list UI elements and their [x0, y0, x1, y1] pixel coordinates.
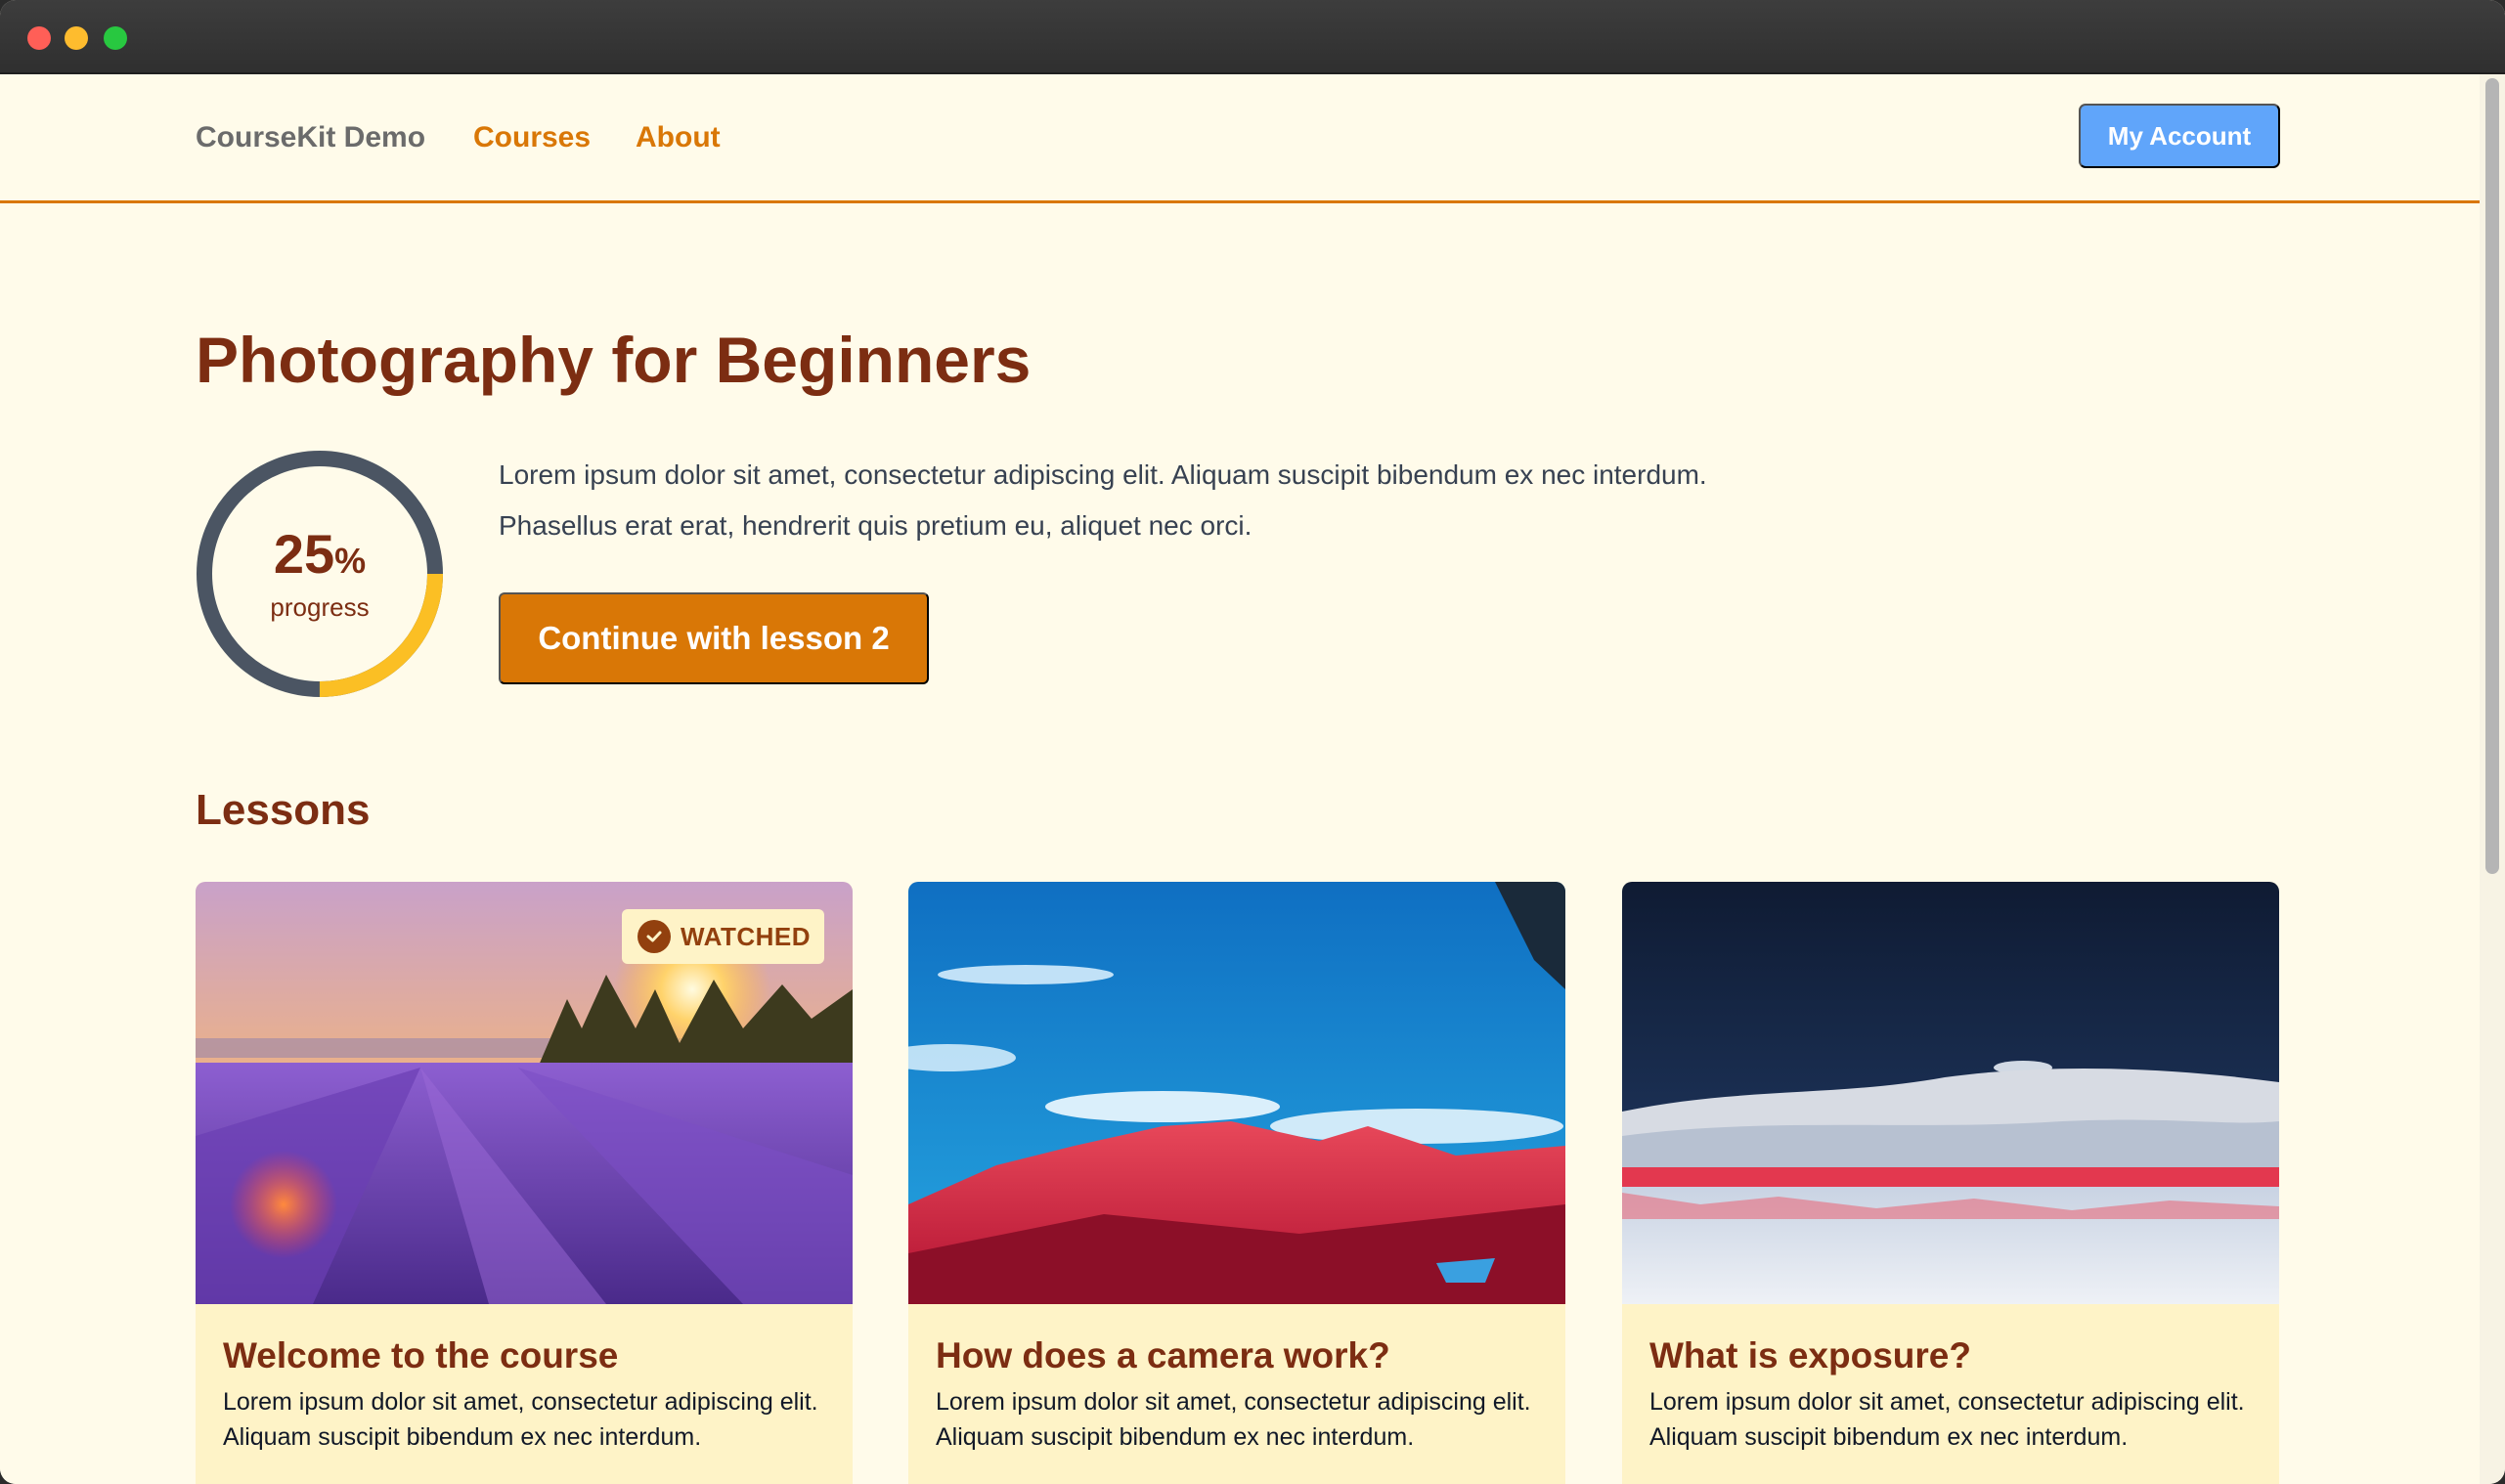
- lesson-card-camera[interactable]: How does a camera work? Lorem ipsum dolo…: [908, 882, 1565, 1484]
- progress-percentage: 25%: [196, 522, 444, 586]
- progress-unit: %: [334, 541, 367, 581]
- course-description: Lorem ipsum dolor sit amet, consectetur …: [499, 459, 1707, 541]
- scrollbar-thumb[interactable]: [2485, 78, 2499, 874]
- minimize-window-button[interactable]: [65, 26, 88, 50]
- lesson-summary: Lorem ipsum dolor sit amet, consectetur …: [936, 1388, 1531, 1451]
- lesson-title[interactable]: How does a camera work?: [936, 1335, 1390, 1376]
- lesson-title[interactable]: What is exposure?: [1649, 1335, 1971, 1376]
- brand-link[interactable]: CourseKit Demo: [196, 121, 425, 154]
- lesson-card-welcome[interactable]: WATCHED Welcome to the course Lorem ipsu…: [196, 882, 853, 1484]
- top-navigation: CourseKit Demo Courses About My Account: [0, 74, 2480, 203]
- lessons-heading: Lessons: [196, 786, 371, 834]
- continue-lesson-button[interactable]: Continue with lesson 2: [499, 592, 929, 684]
- my-account-button[interactable]: My Account: [2079, 104, 2280, 168]
- close-window-button[interactable]: [27, 26, 51, 50]
- lesson-summary: Lorem ipsum dolor sit amet, consectetur …: [1649, 1388, 2245, 1451]
- red-mountain-image: [908, 882, 1565, 1304]
- infrared-landscape-image: [1622, 882, 2279, 1304]
- lesson-card-exposure[interactable]: What is exposure? Lorem ipsum dolor sit …: [1622, 882, 2279, 1484]
- progress-label: progress: [270, 592, 370, 622]
- check-circle-icon: [637, 920, 671, 953]
- progress-number: 25: [273, 523, 335, 585]
- lesson-summary: Lorem ipsum dolor sit amet, consectetur …: [223, 1388, 818, 1451]
- course-title: Photography for Beginners: [196, 324, 1032, 396]
- nav-link-about[interactable]: About: [636, 121, 721, 154]
- page-content: CourseKit Demo Courses About My Account …: [0, 74, 2480, 1484]
- window-titlebar: [0, 0, 2505, 74]
- maximize-window-button[interactable]: [104, 26, 127, 50]
- nav-link-courses[interactable]: Courses: [473, 121, 591, 154]
- lesson-title[interactable]: Welcome to the course: [223, 1335, 618, 1376]
- watched-label: WATCHED: [681, 921, 812, 951]
- watched-badge: WATCHED: [622, 909, 825, 964]
- browser-window: CourseKit Demo Courses About My Account …: [0, 0, 2505, 1484]
